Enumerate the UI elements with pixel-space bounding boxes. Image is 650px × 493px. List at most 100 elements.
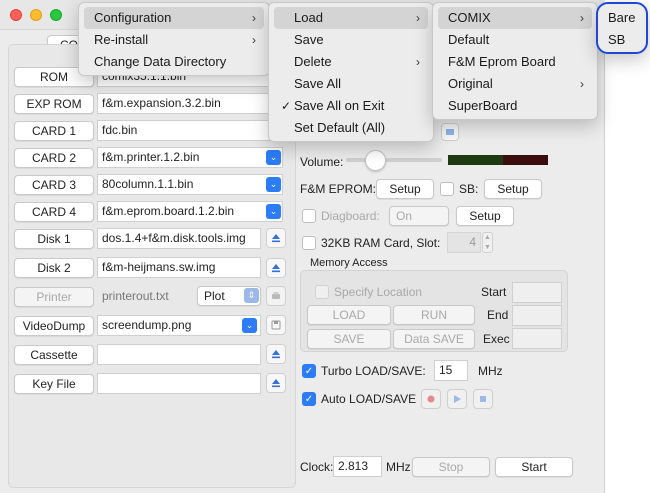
- keyfile-field[interactable]: [97, 373, 261, 394]
- card4-button[interactable]: CARD 4: [14, 202, 94, 222]
- stop-button[interactable]: Stop: [412, 457, 490, 477]
- card1-button-label: CARD 1: [31, 124, 76, 138]
- disk1-button[interactable]: Disk 1: [14, 229, 94, 249]
- exp-rom-button[interactable]: EXP ROM: [14, 94, 94, 114]
- diagboard-select[interactable]: On: [389, 206, 449, 226]
- eject-icon[interactable]: [266, 373, 286, 393]
- fm-eprom-setup-button[interactable]: Setup: [376, 179, 434, 199]
- turbo-checkbox[interactable]: ✓: [302, 364, 316, 378]
- clock-label: Clock:: [300, 460, 334, 474]
- screen-icon[interactable]: [441, 123, 459, 141]
- diagboard-setup-button[interactable]: Setup: [456, 206, 514, 226]
- turbo-unit-label: MHz: [478, 364, 503, 378]
- printer-mode-value: Plot: [204, 289, 225, 303]
- exp-rom-file-field[interactable]: f&m.expansion.3.2.bin: [97, 93, 283, 114]
- menu-item-save-all[interactable]: Save All: [274, 73, 428, 95]
- chevron-right-icon: ›: [252, 33, 256, 47]
- menu-item-delete[interactable]: Delete ›: [274, 51, 428, 73]
- turbo-mhz-field[interactable]: 15: [434, 360, 468, 381]
- card2-button[interactable]: CARD 2: [14, 148, 94, 168]
- ram-card-checkbox[interactable]: [302, 236, 316, 250]
- cassette-button[interactable]: Cassette: [14, 345, 94, 365]
- close-window-button[interactable]: [10, 9, 22, 21]
- menu-item-save[interactable]: Save: [274, 29, 428, 51]
- menu-item-comix[interactable]: COMIX ›: [438, 7, 592, 29]
- minimize-window-button[interactable]: [30, 9, 42, 21]
- menu-item-fm-eprom-board[interactable]: F&M Eprom Board: [438, 51, 592, 73]
- volume-slider[interactable]: [346, 158, 442, 162]
- ram-slot-stepper[interactable]: ▲ ▼: [482, 232, 493, 253]
- load-button[interactable]: LOAD: [307, 305, 391, 325]
- card4-file-value: f&m.eprom.board.1.2.bin: [102, 204, 235, 218]
- menu-item-save-all-on-exit[interactable]: ✓ Save All on Exit: [274, 95, 428, 117]
- record-icon[interactable]: [421, 389, 441, 409]
- checkmark-icon: ✓: [281, 99, 292, 113]
- diagboard-checkbox[interactable]: [302, 209, 316, 223]
- menu-item-change-data-directory[interactable]: Change Data Directory: [84, 51, 264, 73]
- specify-location-checkbox[interactable]: [315, 285, 329, 299]
- card3-file-value: 80column.1.1.bin: [102, 177, 194, 191]
- card1-button[interactable]: CARD 1: [14, 121, 94, 141]
- ram-card-slot-field[interactable]: 4: [447, 232, 481, 253]
- sb-setup-button[interactable]: Setup: [484, 179, 542, 199]
- play-icon[interactable]: [447, 389, 467, 409]
- chevron-down-icon[interactable]: ⌄: [266, 177, 281, 192]
- chevron-right-icon: ›: [580, 11, 584, 25]
- eject-icon[interactable]: [266, 228, 286, 248]
- setup-label: Setup: [469, 209, 501, 223]
- save-disk-icon[interactable]: [266, 315, 286, 335]
- eject-icon[interactable]: [266, 258, 286, 278]
- card4-file-combo[interactable]: f&m.eprom.board.1.2.bin: [97, 201, 283, 222]
- keyfile-button[interactable]: Key File: [14, 374, 94, 394]
- menu-item-reinstall[interactable]: Re-install ›: [84, 29, 264, 51]
- clock-field[interactable]: 2.813: [333, 456, 382, 477]
- start-button[interactable]: Start: [495, 457, 573, 477]
- disk2-file-field[interactable]: f&m-heijmans.sw.img: [97, 257, 261, 278]
- printer-button[interactable]: Printer: [14, 287, 94, 307]
- chevron-down-icon[interactable]: ⌄: [266, 204, 281, 219]
- cassette-file-field[interactable]: [97, 344, 261, 365]
- configuration-submenu: Load › Save Delete › Save All ✓ Save All on…: [268, 2, 434, 142]
- printer-file-value: printerout.txt: [102, 289, 169, 303]
- menu-item-superboard[interactable]: SuperBoard: [438, 95, 592, 117]
- disk2-button[interactable]: Disk 2: [14, 258, 94, 278]
- eject-icon[interactable]: [266, 344, 286, 364]
- comix-submenu: Bare SB: [596, 2, 648, 54]
- volume-slider-knob[interactable]: [365, 150, 386, 171]
- data-save-button[interactable]: Data SAVE: [393, 329, 475, 349]
- videodump-file-combo[interactable]: screendump.png: [97, 315, 261, 336]
- card3-file-combo[interactable]: 80column.1.1.bin: [97, 174, 283, 195]
- start-address-field[interactable]: [512, 282, 562, 303]
- stop-icon[interactable]: [473, 389, 493, 409]
- menu-item-load[interactable]: Load ›: [274, 7, 428, 29]
- videodump-file-value: screendump.png: [102, 318, 192, 332]
- sb-checkbox[interactable]: [440, 182, 454, 196]
- videodump-button[interactable]: VideoDump: [14, 316, 94, 336]
- zoom-window-button[interactable]: [50, 9, 62, 21]
- menu-item-bare[interactable]: Bare: [600, 7, 644, 29]
- card3-button[interactable]: CARD 3: [14, 175, 94, 195]
- menu-item-label: COMIX: [448, 10, 491, 25]
- menu-item-label: Set Default (All): [294, 120, 386, 135]
- menu-item-configuration[interactable]: Configuration ›: [84, 7, 264, 29]
- exp-rom-button-label: EXP ROM: [26, 97, 82, 111]
- menu-item-set-default-all[interactable]: Set Default (All): [274, 117, 428, 139]
- end-address-field[interactable]: [512, 305, 562, 326]
- disk1-file-field[interactable]: dos.1.4+f&m.disk.tools.img: [97, 228, 261, 249]
- menu-item-sb[interactable]: SB: [600, 29, 644, 51]
- ram-card-slot-value: 4: [469, 235, 476, 249]
- printer-icon[interactable]: [266, 286, 286, 306]
- exec-address-label: Exec: [483, 332, 510, 346]
- auto-load-save-checkbox[interactable]: ✓: [302, 392, 316, 406]
- exec-address-field[interactable]: [512, 328, 562, 349]
- card2-file-combo[interactable]: f&m.printer.1.2.bin: [97, 147, 283, 168]
- menu-item-original[interactable]: Original ›: [438, 73, 592, 95]
- menu-item-default[interactable]: Default: [438, 29, 592, 51]
- chevron-down-icon[interactable]: ⌄: [266, 150, 281, 165]
- run-button[interactable]: RUN: [393, 305, 475, 325]
- save-label: SAVE: [333, 332, 365, 346]
- card1-file-field[interactable]: fdc.bin: [97, 120, 283, 141]
- chevron-down-icon[interactable]: ⌄: [242, 318, 257, 333]
- updown-arrows-icon: ⇕: [244, 288, 259, 303]
- save-button[interactable]: SAVE: [307, 329, 391, 349]
